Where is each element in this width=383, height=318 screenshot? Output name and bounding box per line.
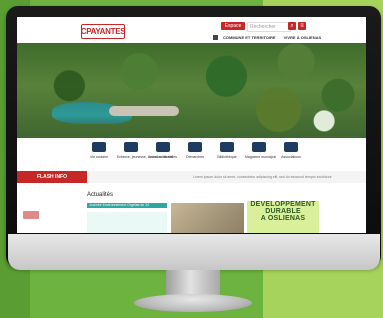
main-nav: COMMUNE ET TERRITOIRE VIVRE À OSLIENAS (223, 34, 321, 42)
sustainable-development-card[interactable]: DEVELOPPEMENT DURABLE A OSLIENAS (247, 201, 319, 233)
quick-link-label: Vie scolaire (89, 155, 109, 159)
books-icon (220, 142, 234, 152)
dev-card-line-2: DURABLE (265, 208, 301, 215)
quick-link-location-salles[interactable]: Location de salles (149, 142, 177, 168)
news-card[interactable] (87, 212, 167, 233)
hall-icon (156, 142, 170, 152)
search-input[interactable]: Rechercher (247, 22, 291, 32)
quick-link-associations[interactable]: Associations (277, 142, 305, 168)
menu-icon[interactable]: ≡ (298, 22, 306, 30)
site-header: CPAYANTES Espace citoyen Rechercher ⌕ ≡ … (17, 17, 366, 43)
monitor-screen: CPAYANTES Espace citoyen Rechercher ⌕ ≡ … (17, 17, 366, 233)
news-image[interactable] (171, 203, 244, 233)
quick-link-label: Enfance, jeunesse, loisirs, solidarité (117, 155, 173, 159)
quick-link-label: Magazine municipal (245, 155, 276, 159)
quick-link-vie-scolaire[interactable]: Vie scolaire (85, 142, 113, 168)
school-icon (92, 142, 106, 152)
quick-link-label: Bibliothèque (217, 155, 237, 159)
nav-item-commune[interactable]: COMMUNE ET TERRITOIRE (223, 34, 276, 42)
monitor-chin (8, 234, 380, 270)
home-icon[interactable] (213, 35, 218, 40)
dev-card-line-3: A OSLIENAS (260, 215, 306, 222)
flash-info-label: FLASH INFO (17, 171, 87, 183)
quick-link-label: Démarches (186, 155, 204, 159)
quick-link-bibliotheque[interactable]: Bibliothèque (213, 142, 241, 168)
hero-image (17, 43, 366, 138)
trees-image (17, 43, 366, 138)
flash-info-text[interactable]: Lorem ipsum dolor sit amet, consectetur … (193, 171, 343, 183)
magazine-icon (252, 142, 266, 152)
building-icon (188, 142, 202, 152)
side-tab[interactable] (23, 211, 39, 219)
quick-link-demarches[interactable]: Démarches (181, 142, 209, 168)
quick-link-magazine[interactable]: Magazine municipal (245, 142, 276, 168)
nav-item-vivre[interactable]: VIVRE À OSLIENAS (284, 34, 322, 42)
flash-info-bar: FLASH INFO Lorem ipsum dolor sit amet, c… (17, 171, 366, 183)
quick-link-label: Associations (281, 155, 301, 159)
association-icon (284, 142, 298, 152)
quick-links: Vie scolaire Enfance, jeunesse, loisirs,… (17, 139, 366, 169)
quick-link-enfance[interactable]: Enfance, jeunesse, loisirs, solidarité (117, 142, 173, 168)
news-title: Actualités (87, 192, 114, 198)
child-icon (124, 142, 138, 152)
citizen-space-button[interactable]: Espace citoyen (221, 22, 245, 37)
dev-card-line-1: DEVELOPPEMENT (250, 201, 316, 208)
monitor-base (134, 294, 252, 312)
news-tag[interactable]: Journée Environnement Orgelas du 24 (87, 203, 167, 208)
rocks-image (109, 106, 179, 116)
site-logo[interactable]: CPAYANTES (81, 24, 126, 39)
quick-link-label: Location de salles (149, 155, 178, 159)
search-icon[interactable]: ⌕ (288, 22, 296, 30)
